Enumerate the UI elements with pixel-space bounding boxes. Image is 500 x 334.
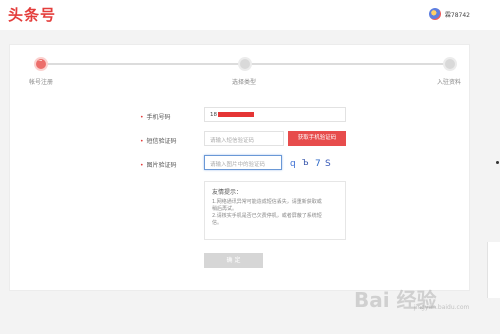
tips-line: 1.网络通讯异常可能造成短信丢失，请重新获取或 xyxy=(212,199,322,205)
step-dot-info xyxy=(443,57,457,71)
required-mark: • xyxy=(140,138,144,145)
side-panel-edge xyxy=(487,242,500,298)
captcha-char: 7 xyxy=(315,159,321,169)
required-mark: • xyxy=(140,162,144,169)
step-label-info: 入驻资料 xyxy=(437,79,462,86)
phone-value: 18 xyxy=(210,112,217,118)
captcha-char: S xyxy=(325,159,331,169)
user-menu[interactable]: 霖78742 xyxy=(428,8,470,20)
image-code-input[interactable]: 请输入图片中的验证码 xyxy=(204,155,282,170)
step-label-account: 帐号注册 xyxy=(29,79,54,86)
get-sms-code-button[interactable]: 获取手机验证码 xyxy=(288,131,346,146)
tips-line: 2.请核实手机是否已欠费停机，或者屏蔽了系统短 xyxy=(212,213,322,219)
captcha-image[interactable]: q Ъ 7 S xyxy=(288,155,338,169)
top-bar: 头条号 霖78742 xyxy=(0,0,500,30)
tips-line: 稍后再试。 xyxy=(212,206,238,212)
baidu-watermark-url: jingyan.baidu.com xyxy=(414,304,470,311)
friendly-tips-box: 友情提示： 1.网络通讯异常可能造成短信丢失，请重新获取或 稍后再试。 2.请核… xyxy=(204,181,346,240)
captcha-char: Ъ xyxy=(302,158,309,167)
captcha-char: q xyxy=(290,159,296,169)
step-dot-type xyxy=(238,57,252,71)
step-dot-account xyxy=(34,57,48,71)
phone-label: • 手机号码 xyxy=(140,114,171,121)
tips-line: 信。 xyxy=(212,220,223,226)
tips-title: 友情提示： xyxy=(212,189,243,196)
logo[interactable]: 头条号 xyxy=(8,4,56,25)
phone-redaction xyxy=(218,112,254,117)
required-mark: • xyxy=(140,114,144,121)
username[interactable]: 霖78742 xyxy=(445,10,470,19)
confirm-button[interactable]: 确 定 xyxy=(204,253,263,268)
sms-code-input[interactable]: 请输入短信验证码 xyxy=(204,131,284,146)
image-code-label: • 图片验证码 xyxy=(140,162,177,169)
side-dot xyxy=(496,161,499,164)
avatar[interactable] xyxy=(428,8,441,20)
step-label-type: 选择类型 xyxy=(232,79,257,86)
phone-field[interactable]: 18 xyxy=(204,107,346,122)
sms-label: • 短信验证码 xyxy=(140,138,177,145)
